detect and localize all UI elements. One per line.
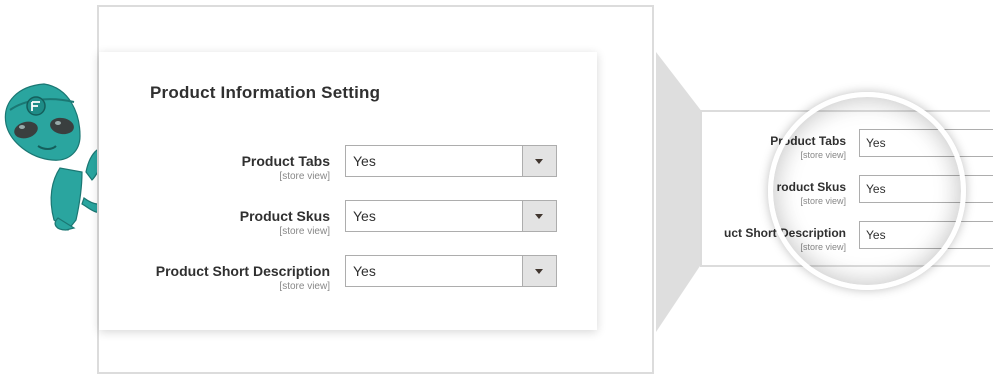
zoom-row-product-tabs: Product Tabs [store view] Yes: [702, 129, 993, 163]
zoom-field-label: uct Short Description: [723, 226, 846, 240]
field-label: Product Tabs: [241, 153, 330, 169]
zoom-field-scope: [store view]: [800, 150, 846, 160]
zoom-preview-frame: Product Tabs [store view] Yes roduct Sku…: [700, 110, 993, 267]
field-scope: [store view]: [279, 226, 330, 237]
chevron-down-icon[interactable]: [522, 201, 556, 231]
zoom-field-scope: [store view]: [800, 242, 846, 252]
product-tabs-select[interactable]: Yes: [345, 145, 557, 177]
field-row-product-short-description: Product Short Description [store view] Y…: [99, 255, 597, 292]
field-row-product-skus: Product Skus [store view] Yes: [99, 200, 597, 237]
zoom-select-value: Yes: [866, 136, 886, 150]
zoom-select: Yes: [859, 175, 993, 203]
zoom-field-label: roduct Skus: [776, 180, 846, 194]
chevron-down-icon[interactable]: [522, 256, 556, 286]
field-scope: [store view]: [279, 171, 330, 182]
zoom-row-product-short-description: uct Short Description [store view] Yes: [702, 221, 993, 255]
zoom-select-value: Yes: [866, 228, 886, 242]
panel-title: Product Information Setting: [150, 83, 381, 102]
settings-panel: Product Information Setting Product Tabs…: [99, 52, 597, 330]
product-short-description-select[interactable]: Yes: [345, 255, 557, 287]
select-value: Yes: [353, 208, 376, 224]
field-row-product-tabs: Product Tabs [store view] Yes: [99, 145, 597, 182]
chevron-down-icon[interactable]: [522, 146, 556, 176]
zoom-field-label: Product Tabs: [770, 134, 846, 148]
select-value: Yes: [353, 263, 376, 279]
zoom-select: Yes: [859, 129, 993, 157]
zoom-field-scope: [store view]: [800, 196, 846, 206]
select-value: Yes: [353, 153, 376, 169]
product-skus-select[interactable]: Yes: [345, 200, 557, 232]
zoom-select-value: Yes: [866, 182, 886, 196]
field-scope: [store view]: [279, 281, 330, 292]
zoom-row-product-skus: roduct Skus [store view] Yes: [702, 175, 993, 209]
field-label: Product Skus: [239, 208, 330, 224]
field-label: Product Short Description: [155, 263, 330, 279]
zoom-select: Yes: [859, 221, 993, 249]
